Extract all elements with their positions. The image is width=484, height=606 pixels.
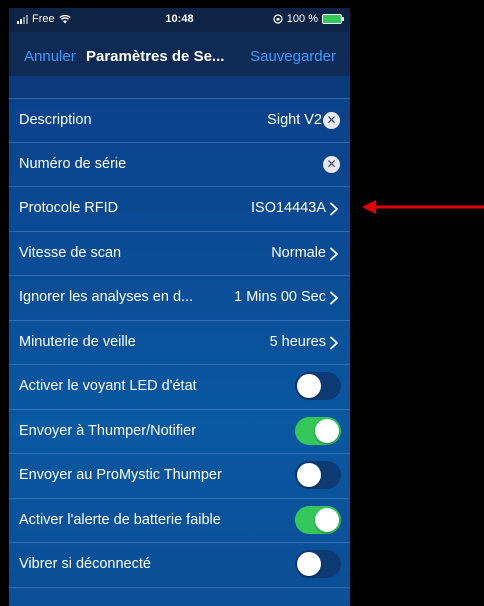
setting-row-sleep-timer[interactable]: Minuterie de veille 5 heures: [9, 321, 350, 365]
setting-row-description[interactable]: Description Sight V2 ✕: [9, 98, 350, 143]
setting-row-send-promystic-thumper: Envoyer au ProMystic Thumper: [9, 454, 350, 499]
annotation-arrow-icon: [362, 200, 484, 214]
setting-label: Numéro de série: [19, 155, 127, 172]
setting-row-ignore-scans[interactable]: Ignorer les analyses en d... 1 Mins 00 S…: [9, 276, 350, 321]
setting-label: Envoyer au ProMystic Thumper: [19, 467, 222, 483]
setting-row-low-battery-alert: Activer l'alerte de batterie faible: [9, 499, 350, 543]
chevron-right-icon: [330, 291, 339, 305]
setting-row-scan-speed[interactable]: Vitesse de scan Normale: [9, 232, 350, 276]
navigation-bar: Annuler Paramètres de Se... Sauvegarder: [9, 32, 350, 76]
settings-list: Description Sight V2 ✕ Numéro de série ✕…: [9, 98, 350, 588]
chevron-right-icon: [330, 336, 339, 349]
toggle-knob: [297, 374, 321, 398]
battery-icon: [322, 14, 344, 24]
toggle-knob: [297, 552, 321, 576]
section-header: [9, 76, 350, 98]
description-value[interactable]: Sight V2: [267, 112, 322, 128]
setting-row-vibrate-disconnected: Vibrer si déconnecté: [9, 543, 350, 588]
setting-label: Vitesse de scan: [19, 244, 122, 261]
phone-screen: Free 10:48 100 % Annuler Paramètres de S…: [9, 8, 350, 606]
battery-percent: 100 %: [286, 13, 318, 25]
setting-label: Ignorer les analyses en d...: [19, 289, 194, 305]
setting-row-serial-number[interactable]: Numéro de série ✕: [9, 143, 350, 187]
status-right: 100 %: [273, 13, 344, 25]
toggle-knob: [297, 463, 321, 487]
status-bar: Free 10:48 100 %: [9, 8, 350, 32]
clear-icon[interactable]: ✕: [323, 112, 340, 129]
setting-label: Minuterie de veille: [19, 333, 136, 350]
toggle-knob: [315, 507, 339, 532]
low-battery-alert-toggle[interactable]: [295, 505, 341, 534]
rfid-protocol-value: ISO14443A: [251, 200, 326, 216]
setting-label: Envoyer à Thumper/Notifier: [19, 422, 197, 439]
toggle-knob: [315, 418, 339, 443]
send-thumper-notifier-toggle[interactable]: [295, 416, 341, 445]
status-led-toggle[interactable]: [295, 372, 341, 400]
setting-label: Vibrer si déconnecté: [19, 556, 151, 572]
clear-icon[interactable]: ✕: [323, 155, 340, 173]
save-button[interactable]: Sauvegarder: [250, 48, 336, 65]
setting-row-status-led: Activer le voyant LED d'état: [9, 365, 350, 410]
page-title: Paramètres de Se...: [86, 48, 225, 65]
setting-row-rfid-protocol[interactable]: Protocole RFID ISO14443A: [9, 187, 350, 232]
ignore-scans-value: 1 Mins 00 Sec: [234, 289, 326, 305]
setting-label: Protocole RFID: [19, 200, 119, 216]
orientation-lock-icon: [273, 14, 283, 24]
sleep-timer-value: 5 heures: [269, 333, 326, 350]
send-promystic-thumper-toggle[interactable]: [295, 461, 341, 489]
setting-label: Activer le voyant LED d'état: [19, 378, 197, 394]
setting-row-send-thumper-notifier: Envoyer à Thumper/Notifier: [9, 410, 350, 454]
chevron-right-icon: [330, 247, 339, 260]
vibrate-disconnected-toggle[interactable]: [295, 550, 341, 578]
chevron-right-icon: [330, 202, 339, 216]
cancel-button[interactable]: Annuler: [24, 48, 76, 65]
scan-speed-value: Normale: [271, 244, 326, 261]
setting-label: Description: [19, 112, 92, 128]
setting-label: Activer l'alerte de batterie faible: [19, 511, 221, 528]
